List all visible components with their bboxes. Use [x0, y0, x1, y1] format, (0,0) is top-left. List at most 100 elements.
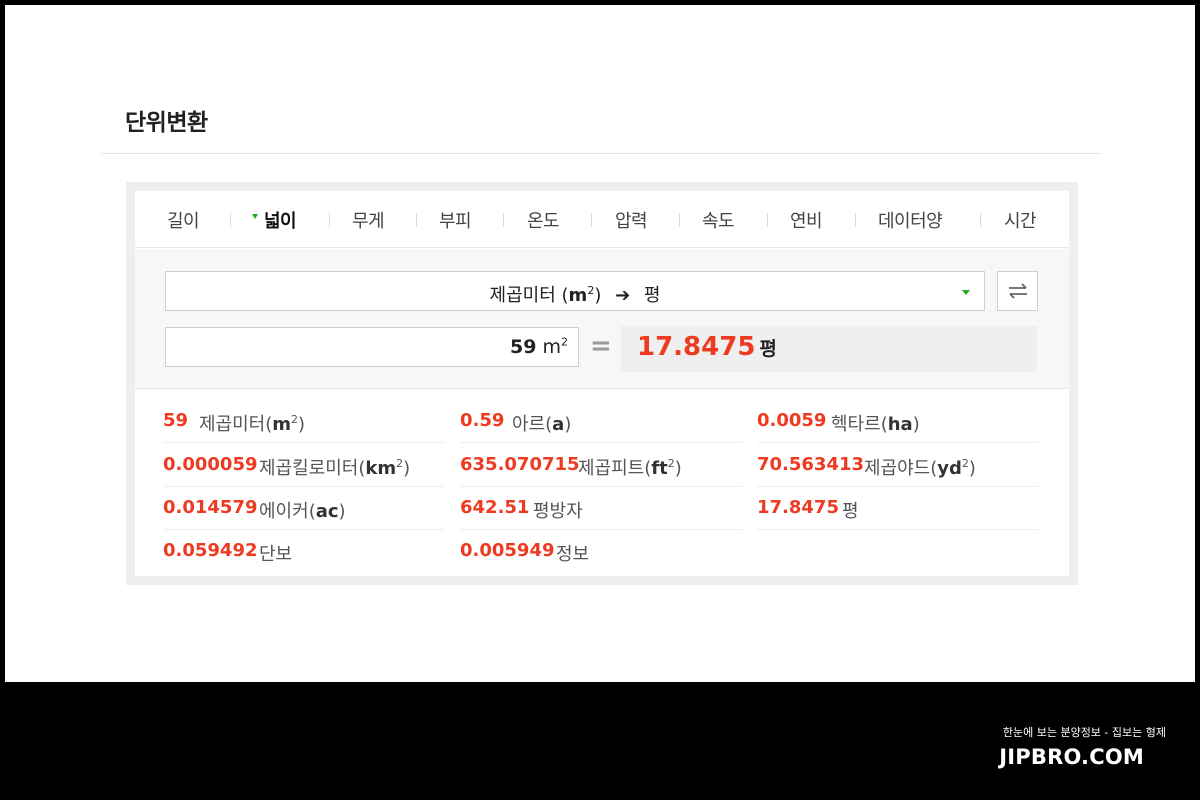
from-unit-name: 제곱미터 — [489, 285, 556, 306]
to-unit-name: 평 — [643, 285, 661, 306]
symbol-paren: ( — [561, 285, 569, 306]
symbol-paren: ) — [674, 458, 682, 479]
symbol-paren: ) — [403, 458, 411, 479]
page-title: 단위변환 — [125, 110, 208, 136]
tab-divider — [855, 213, 856, 227]
result-unit-name: 평 — [842, 501, 859, 522]
result-item-value: 0.014579 — [163, 497, 258, 518]
result-unit-exponent: 2 — [291, 413, 299, 426]
result-unit-name: 에이커 — [259, 501, 309, 522]
result-item: 0.014579 에이커(ac) — [163, 487, 445, 531]
symbol-paren: ) — [968, 458, 976, 479]
result-content: 17.8475 평 — [637, 332, 777, 362]
result-value: 17.8475 — [637, 332, 756, 362]
result-item-value: 0.059492 — [163, 540, 258, 561]
result-item: 59 제곱미터(m2) — [163, 400, 445, 444]
input-unit: m — [542, 336, 561, 358]
swap-arrows-icon — [1009, 283, 1027, 299]
tab-divider — [980, 213, 981, 227]
result-item-unit: 평방자 — [533, 497, 583, 523]
result-unit-name: 제곱킬로미터 — [259, 458, 359, 479]
result-item-value: 642.51 — [460, 497, 530, 518]
result-item-unit: 아르(a) — [512, 410, 571, 436]
tab-label: 데이터양 — [878, 211, 943, 232]
unit-pair-label: 제곱미터 (m2) ➔ 평 — [166, 281, 984, 307]
unit-pair-select[interactable]: 제곱미터 (m2) ➔ 평 — [165, 271, 985, 311]
result-item-unit: 헥타르(ha) — [831, 410, 920, 436]
result-item-value: 70.563413 — [757, 454, 865, 475]
result-unit-exponent: 2 — [961, 457, 969, 470]
tab-length[interactable]: 길이 — [167, 207, 200, 233]
tab-divider — [416, 213, 417, 227]
result-item-unit: 제곱킬로미터(km2) — [259, 454, 410, 480]
symbol-paren: ) — [912, 414, 920, 435]
tab-label: 무게 — [352, 211, 385, 232]
symbol-paren: ( — [880, 414, 888, 435]
result-item: 0.000059 제곱킬로미터(km2) — [163, 444, 445, 488]
swap-units-button[interactable] — [997, 271, 1038, 311]
result-unit-name: 제곱피트 — [578, 458, 645, 479]
result-unit-name: 정보 — [556, 544, 590, 565]
tab-divider — [767, 213, 768, 227]
result-unit: 평 — [759, 338, 777, 360]
tab-weight[interactable]: 무게 — [352, 207, 385, 233]
title-divider — [101, 153, 1101, 154]
result-item-unit: 에이커(ac) — [259, 497, 346, 523]
symbol-paren: ) — [594, 285, 602, 306]
tab-temperature[interactable]: 온도 — [527, 207, 560, 233]
result-unit-symbol: m — [272, 414, 292, 435]
result-unit-name: 단보 — [259, 544, 293, 565]
value-input[interactable]: 59 m2 — [165, 327, 579, 367]
tab-time[interactable]: 시간 — [1004, 207, 1037, 233]
result-unit-name: 평방자 — [533, 501, 583, 522]
result-item-value: 0.59 — [460, 410, 505, 431]
result-item: 642.51 평방자 — [460, 487, 742, 531]
tab-label: 온도 — [527, 211, 560, 232]
result-item-unit: 정보 — [556, 540, 589, 566]
result-item-value: 17.8475 — [757, 497, 839, 518]
screen: 단위변환 길이 넓이 무게 부피 온도 압력 속도 연비 데이터양 시간 제곱미… — [5, 5, 1195, 682]
tab-area[interactable]: 넓이 — [252, 207, 297, 233]
result-item-value: 0.005949 — [460, 540, 555, 561]
result-item-unit: 제곱야드(yd2) — [864, 454, 976, 480]
caret-down-icon — [252, 213, 258, 219]
result-item: 70.563413 제곱야드(yd2) — [757, 444, 1039, 488]
result-unit-name: 아르 — [512, 414, 546, 435]
converter-form: 제곱미터 (m2) ➔ 평 59 m2 = 17.8475 평 — [135, 249, 1069, 389]
tab-label: 시간 — [1004, 211, 1037, 232]
result-row-divider — [757, 442, 1039, 443]
result-item-value: 635.070715 — [460, 454, 580, 475]
tab-pressure[interactable]: 압력 — [615, 207, 648, 233]
result-item: 0.059492 단보 — [163, 530, 445, 574]
tab-speed[interactable]: 속도 — [702, 207, 735, 233]
tab-fuel-efficiency[interactable]: 연비 — [790, 207, 823, 233]
symbol-paren: ) — [338, 501, 346, 522]
tab-divider — [230, 213, 231, 227]
result-unit-symbol: ac — [315, 501, 339, 522]
result-unit-name: 헥타르 — [831, 414, 881, 435]
result-item: 17.8475 평 — [757, 487, 1039, 531]
tab-data-size[interactable]: 데이터양 — [878, 207, 943, 233]
result-item-unit: 단보 — [259, 540, 292, 566]
input-unit-exponent: 2 — [561, 335, 568, 349]
tab-volume[interactable]: 부피 — [439, 207, 472, 233]
unit-converter-widget: 길이 넓이 무게 부피 온도 압력 속도 연비 데이터양 시간 제곱미터 (m2… — [126, 182, 1078, 585]
tab-label: 압력 — [615, 211, 648, 232]
equals-sign: = — [590, 331, 612, 361]
result-item-value: 0.0059 — [757, 410, 827, 431]
tab-divider — [591, 213, 592, 227]
result-output: 17.8475 평 — [621, 326, 1037, 372]
tab-label: 넓이 — [264, 211, 297, 232]
result-unit-name: 제곱미터 — [199, 414, 266, 435]
result-unit-name: 제곱야드 — [864, 458, 931, 479]
symbol-paren: ) — [564, 414, 572, 435]
footer-brand: JIPBRO.COM — [999, 745, 1144, 769]
result-unit-symbol: yd — [937, 458, 962, 479]
result-item: 635.070715 제곱피트(ft2) — [460, 444, 742, 488]
tab-divider — [329, 213, 330, 227]
result-item: 0.005949 정보 — [460, 530, 742, 574]
unit-converter-panel: 길이 넓이 무게 부피 온도 압력 속도 연비 데이터양 시간 제곱미터 (m2… — [135, 191, 1069, 576]
result-unit-symbol: a — [552, 414, 565, 435]
footer-tagline: 한눈에 보는 분양정보 - 집보는 형제 — [1002, 726, 1166, 739]
unit-category-tabs: 길이 넓이 무게 부피 온도 압력 속도 연비 데이터양 시간 — [135, 191, 1069, 248]
